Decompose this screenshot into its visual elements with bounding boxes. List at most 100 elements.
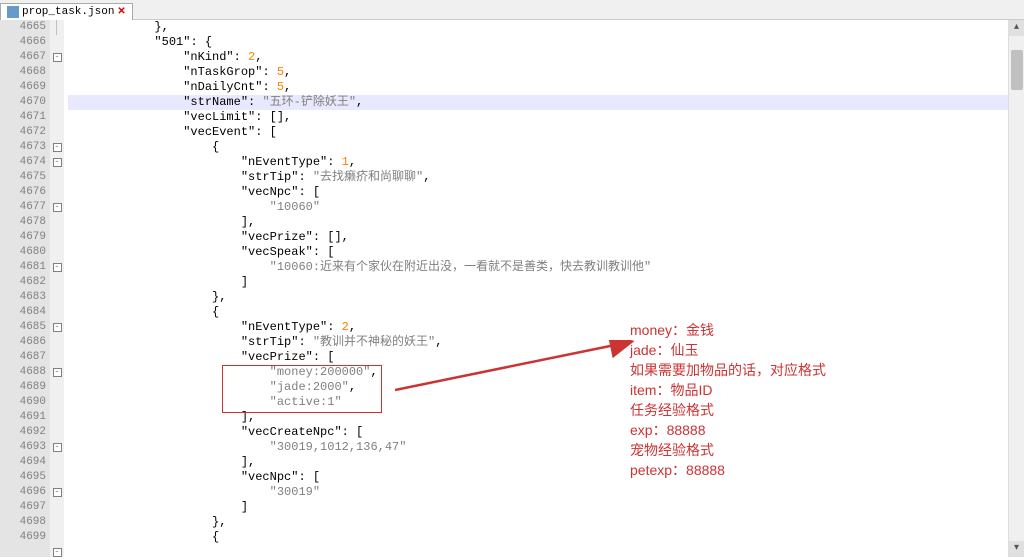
- line-number: 4685: [0, 320, 46, 335]
- line-number: 4667: [0, 50, 46, 65]
- code-line[interactable]: "strTip": "教训并不神秘的妖王",: [68, 335, 1024, 350]
- line-number: 4683: [0, 290, 46, 305]
- scroll-thumb[interactable]: [1011, 50, 1023, 90]
- code-line[interactable]: "jade:2000",: [68, 380, 1024, 395]
- line-number: 4675: [0, 170, 46, 185]
- code-line[interactable]: },: [68, 20, 1024, 35]
- code-line[interactable]: ],: [68, 215, 1024, 230]
- annotation-line: 宠物经验格式: [630, 440, 826, 460]
- annotation-line: money：金钱: [630, 320, 826, 340]
- fold-toggle[interactable]: -: [53, 548, 62, 557]
- line-number: 4673: [0, 140, 46, 155]
- code-line[interactable]: "vecEvent": [: [68, 125, 1024, 140]
- code-line[interactable]: "active:1": [68, 395, 1024, 410]
- scroll-down-button[interactable]: ▾: [1009, 541, 1024, 557]
- file-tab[interactable]: prop_task.json ✕: [0, 3, 133, 20]
- line-number: 4689: [0, 380, 46, 395]
- fold-toggle[interactable]: -: [53, 203, 62, 212]
- line-number: 4693: [0, 440, 46, 455]
- annotation-line: petexp：88888: [630, 460, 826, 480]
- line-number: 4680: [0, 245, 46, 260]
- line-number: 4681: [0, 260, 46, 275]
- code-line[interactable]: {: [68, 140, 1024, 155]
- line-number: 4687: [0, 350, 46, 365]
- code-line[interactable]: ],: [68, 455, 1024, 470]
- tab-filename: prop_task.json: [22, 6, 114, 18]
- line-number: 4699: [0, 530, 46, 545]
- code-line[interactable]: "vecPrize": [: [68, 350, 1024, 365]
- scroll-up-button[interactable]: ▴: [1009, 20, 1024, 36]
- line-number: 4674: [0, 155, 46, 170]
- line-number: 4695: [0, 470, 46, 485]
- line-number: 4684: [0, 305, 46, 320]
- code-line[interactable]: "nDailyCnt": 5,: [68, 80, 1024, 95]
- fold-toggle[interactable]: -: [53, 323, 62, 332]
- tab-bar: prop_task.json ✕: [0, 0, 1024, 20]
- line-number: 4682: [0, 275, 46, 290]
- annotation-text: money：金钱jade：仙玉如果需要加物品的话，对应格式item：物品ID任务…: [630, 320, 826, 480]
- line-number: 4688: [0, 365, 46, 380]
- fold-toggle[interactable]: -: [53, 443, 62, 452]
- annotation-line: 任务经验格式: [630, 400, 826, 420]
- fold-toggle[interactable]: -: [53, 488, 62, 497]
- code-line[interactable]: "money:200000",: [68, 365, 1024, 380]
- line-number: 4666: [0, 35, 46, 50]
- code-line[interactable]: ]: [68, 500, 1024, 515]
- line-number: 4665: [0, 20, 46, 35]
- code-line[interactable]: ],: [68, 410, 1024, 425]
- fold-toggle[interactable]: -: [53, 263, 62, 272]
- code-line[interactable]: "vecSpeak": [: [68, 245, 1024, 260]
- annotation-line: 如果需要加物品的话，对应格式: [630, 360, 826, 380]
- line-number: 4678: [0, 215, 46, 230]
- code-line[interactable]: "strName": "五环-铲除妖王",: [68, 95, 1024, 110]
- fold-toggle[interactable]: -: [53, 368, 62, 377]
- fold-toggle[interactable]: -: [53, 53, 62, 62]
- vertical-scrollbar[interactable]: ▴ ▾: [1008, 20, 1024, 557]
- line-number: 4672: [0, 125, 46, 140]
- code-line[interactable]: "strTip": "去找癞疥和尚聊聊",: [68, 170, 1024, 185]
- code-line[interactable]: },: [68, 290, 1024, 305]
- code-line[interactable]: "10060": [68, 200, 1024, 215]
- line-number: 4676: [0, 185, 46, 200]
- file-icon: [7, 6, 19, 18]
- line-number: 4669: [0, 80, 46, 95]
- code-line[interactable]: "30019,1012,136,47": [68, 440, 1024, 455]
- code-line[interactable]: "nEventType": 1,: [68, 155, 1024, 170]
- code-area[interactable]: }, "501": { "nKind": 2, "nTaskGrop": 5, …: [64, 20, 1024, 557]
- code-line[interactable]: {: [68, 530, 1024, 545]
- code-line[interactable]: "10060:近来有个家伙在附近出没，一看就不是善类，快去教训教训他": [68, 260, 1024, 275]
- line-number: 4668: [0, 65, 46, 80]
- line-number: 4677: [0, 200, 46, 215]
- line-number: 4698: [0, 515, 46, 530]
- line-number: 4692: [0, 425, 46, 440]
- code-line[interactable]: "nTaskGrop": 5,: [68, 65, 1024, 80]
- line-number: 4679: [0, 230, 46, 245]
- code-line[interactable]: {: [68, 305, 1024, 320]
- code-line[interactable]: "nKind": 2,: [68, 50, 1024, 65]
- code-line[interactable]: },: [68, 515, 1024, 530]
- close-icon[interactable]: ✕: [117, 6, 125, 18]
- code-line[interactable]: "vecNpc": [: [68, 470, 1024, 485]
- fold-toggle[interactable]: -: [53, 143, 62, 152]
- code-line[interactable]: "vecCreateNpc": [: [68, 425, 1024, 440]
- code-editor[interactable]: 4665466646674668466946704671467246734674…: [0, 20, 1024, 557]
- annotation-line: exp：88888: [630, 420, 826, 440]
- code-line[interactable]: "30019": [68, 485, 1024, 500]
- line-number: 4696: [0, 485, 46, 500]
- line-number: 4694: [0, 455, 46, 470]
- fold-column: - - - - - - - - - -: [50, 20, 64, 557]
- line-number-gutter: 4665466646674668466946704671467246734674…: [0, 20, 50, 557]
- code-line[interactable]: "vecNpc": [: [68, 185, 1024, 200]
- line-number: 4697: [0, 500, 46, 515]
- line-number: 4690: [0, 395, 46, 410]
- code-line[interactable]: "vecPrize": [],: [68, 230, 1024, 245]
- fold-toggle[interactable]: -: [53, 158, 62, 167]
- annotation-line: item：物品ID: [630, 380, 826, 400]
- code-line[interactable]: ]: [68, 275, 1024, 290]
- line-number: 4670: [0, 95, 46, 110]
- code-line[interactable]: "nEventType": 2,: [68, 320, 1024, 335]
- line-number: 4686: [0, 335, 46, 350]
- code-line[interactable]: "501": {: [68, 35, 1024, 50]
- annotation-line: jade：仙玉: [630, 340, 826, 360]
- code-line[interactable]: "vecLimit": [],: [68, 110, 1024, 125]
